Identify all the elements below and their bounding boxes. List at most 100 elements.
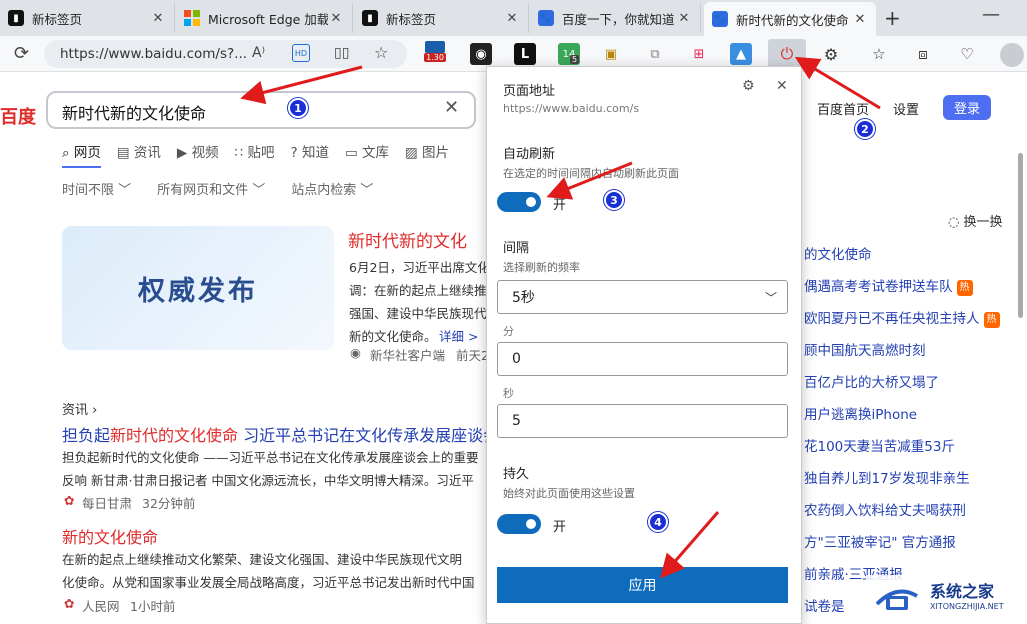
settings-link[interactable]: 设置: [893, 99, 919, 118]
hot-item[interactable]: 的文化使命: [804, 243, 872, 263]
tab-wenku[interactable]: ▭ 文库: [345, 141, 389, 168]
page-address-label: 页面地址: [503, 84, 556, 99]
news-card-line: 调：在新的起点上继续推: [349, 283, 487, 298]
gift-extension-icon[interactable]: ⊞: [688, 43, 710, 65]
close-icon[interactable]: ✕: [150, 11, 166, 26]
apply-button[interactable]: 应用: [497, 567, 788, 603]
url-field[interactable]: https://www.baidu.com/s?... A⁾ HD ▯▯ ☆: [44, 40, 407, 68]
filter-time[interactable]: 时间不限 ﹀: [62, 179, 131, 198]
page-scrollbar[interactable]: [1018, 153, 1023, 318]
extension-icon[interactable]: L: [514, 43, 536, 65]
persist-toggle[interactable]: [497, 514, 541, 534]
auto-refresh-extension-icon[interactable]: ⏻: [768, 39, 806, 69]
tab-news[interactable]: ▤ 资讯: [117, 141, 161, 168]
close-icon[interactable]: ✕: [776, 78, 788, 94]
source-logo-icon: ✿: [64, 493, 75, 508]
tab-edge-addons[interactable]: Microsoft Edge 加载项 ✕: [176, 3, 353, 33]
baidu-home-link[interactable]: 百度首页: [817, 99, 869, 118]
close-icon[interactable]: ✕: [328, 11, 344, 26]
auto-refresh-toggle[interactable]: [497, 192, 541, 212]
tab-zhidao[interactable]: ? 知道: [290, 141, 328, 168]
baidu-paw-icon: 🐾: [712, 11, 728, 27]
favorite-star-icon[interactable]: ☆: [374, 43, 388, 62]
tab-video[interactable]: ▶ 视频: [177, 141, 219, 168]
filter-site[interactable]: 站点内检索 ﹀: [291, 179, 373, 198]
minutes-label: 分: [503, 325, 514, 338]
tab-search-result[interactable]: 🐾 新时代新的文化使命 ✕: [704, 2, 876, 36]
hot-item[interactable]: 农药倒入饮料给丈夫喝获刑: [804, 499, 966, 519]
seconds-field[interactable]: 5: [497, 404, 788, 438]
news-section-label[interactable]: 资讯 ›: [62, 399, 97, 418]
close-icon[interactable]: ✕: [852, 12, 868, 27]
tab-new-tab-1[interactable]: ▮ 新标签页 ✕: [0, 3, 175, 33]
tab-new-tab-2[interactable]: ▮ 新标签页 ✕: [354, 3, 529, 33]
filter-filetype[interactable]: 所有网页和文件 ﹀: [157, 179, 265, 198]
result-title[interactable]: 担负起新时代的文化使命 习近平总书记在文化传承发展座谈会: [62, 422, 499, 446]
edge-new-tab-icon: ▮: [362, 10, 378, 26]
interval-description: 选择刷新的频率: [503, 261, 580, 274]
profile-avatar[interactable]: [1000, 43, 1024, 67]
read-aloud-icon[interactable]: A⁾: [252, 45, 265, 61]
interval-select[interactable]: 5秒 ﹀: [497, 280, 788, 314]
persist-toggle-label: 开: [553, 520, 567, 535]
collections-icon[interactable]: ⧈: [912, 43, 934, 65]
hot-item[interactable]: 独自养儿到17岁发现非亲生: [804, 467, 970, 487]
login-button[interactable]: 登录: [943, 95, 991, 120]
new-tab-button[interactable]: +: [884, 6, 901, 30]
close-icon[interactable]: ✕: [676, 11, 692, 26]
minimize-button[interactable]: —: [982, 4, 1000, 25]
tab-baidu-home[interactable]: 🐾 百度一下，你就知道 ✕: [530, 3, 701, 33]
favorites-icon[interactable]: ☆: [868, 43, 890, 65]
hot-item[interactable]: 偶遇高考考试卷押送车队热: [804, 275, 973, 296]
auto-refresh-description: 在选定的时间间隔内自动刷新此页面: [503, 167, 679, 180]
extension-icon[interactable]: 14 5: [558, 43, 580, 65]
tab-title: 新标签页: [32, 11, 83, 27]
refresh-icon[interactable]: ⟳: [14, 43, 29, 64]
settings-gear-icon[interactable]: ⚙: [742, 78, 755, 94]
browser-essentials-icon[interactable]: ♡: [956, 43, 978, 65]
hd-icon[interactable]: HD: [292, 44, 310, 62]
hot-item[interactable]: 用户逃离换iPhone: [804, 403, 917, 423]
image-extension-icon[interactable]: ▣: [600, 43, 622, 65]
tab-images[interactable]: ▨ 图片: [405, 141, 449, 168]
result-source[interactable]: 人民网: [82, 596, 120, 615]
hot-item[interactable]: 试卷是: [804, 595, 845, 615]
news-card-image-text: 权威发布: [138, 275, 258, 307]
extension-icon[interactable]: 1.30: [424, 40, 446, 62]
minutes-field[interactable]: 0: [497, 342, 788, 376]
baidu-logo[interactable]: 百度: [0, 103, 36, 129]
annotation-badge-4: 4: [648, 512, 668, 532]
annotation-badge-3: 3: [604, 190, 624, 210]
picture-extension-icon[interactable]: ▲: [730, 43, 752, 65]
search-input[interactable]: 新时代新的文化使命: [46, 91, 476, 129]
tab-bar: ▮ 新标签页 ✕ Microsoft Edge 加载项 ✕ ▮ 新标签页 ✕ 🐾…: [0, 0, 1027, 36]
close-icon[interactable]: ✕: [504, 11, 520, 26]
hot-item[interactable]: 方"三亚被宰记" 官方通报: [804, 531, 956, 551]
news-card-source[interactable]: 新华社客户端: [370, 345, 445, 364]
result-title[interactable]: 新的文化使命: [62, 524, 158, 548]
extension-badge: 1.30: [424, 52, 446, 62]
watermark-title: 系统之家: [930, 582, 995, 601]
extension-icon[interactable]: ◉: [470, 43, 492, 65]
copy-extension-icon[interactable]: ⧉: [644, 43, 666, 65]
news-card-image[interactable]: 权威发布: [62, 226, 334, 350]
news-card-detail-link[interactable]: 详细 >: [439, 326, 478, 345]
watermark-logo: [875, 589, 919, 610]
hot-item[interactable]: 顾中国航天高燃时刻: [804, 339, 926, 359]
hot-item[interactable]: 花100天妻当苦减重53斤: [804, 435, 955, 455]
refresh-hot-list[interactable]: ◌ 换一换: [948, 211, 1003, 230]
split-screen-icon[interactable]: ▯▯: [334, 45, 349, 61]
tab-web[interactable]: ⌕ 网页: [62, 141, 101, 168]
result-source[interactable]: 每日甘肃: [82, 493, 132, 512]
news-card-title[interactable]: 新时代新的文化: [348, 227, 467, 252]
extensions-puzzle-icon[interactable]: ⚙: [820, 43, 842, 65]
interval-label: 间隔: [503, 241, 530, 256]
hot-item[interactable]: 欧阳夏丹已不再任央视主持人热: [804, 307, 1000, 328]
extension-badge: 5: [570, 55, 580, 64]
auto-refresh-toggle-label: 开: [553, 198, 567, 213]
result-snippet: 担负起新时代的文化使命 ——习近平总书记在文化传承发展座谈会上的重要: [62, 450, 479, 465]
hot-item[interactable]: 百亿卢比的大桥又塌了: [804, 371, 939, 391]
clear-search-icon[interactable]: ✕: [444, 97, 459, 118]
tab-tieba[interactable]: ∷ 贴吧: [235, 141, 275, 168]
news-card-line: 强国、建设中华民族现代: [349, 306, 487, 321]
